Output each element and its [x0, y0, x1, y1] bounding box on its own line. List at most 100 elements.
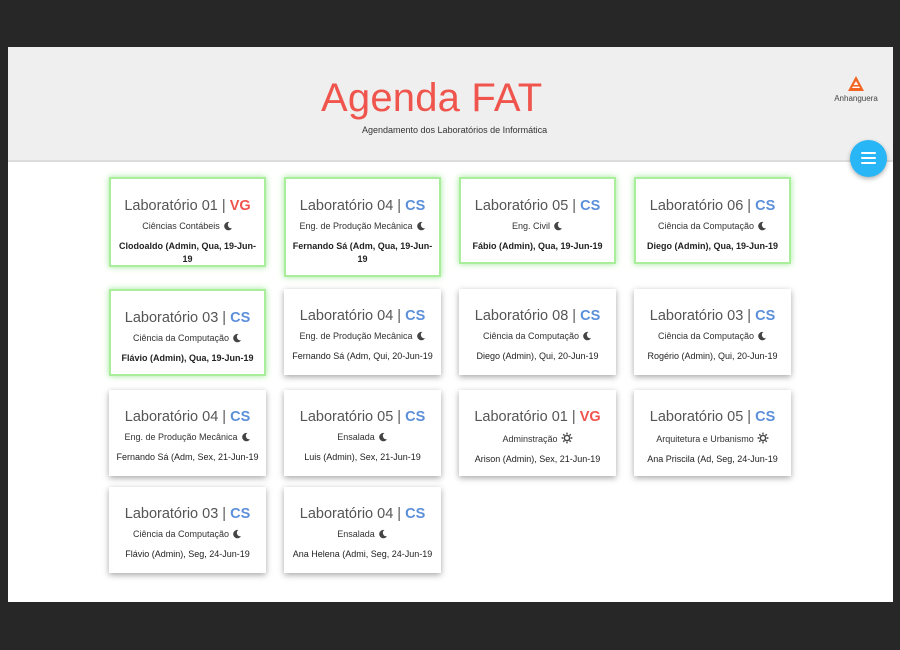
lab-separator: |: [743, 409, 756, 425]
course-name: Eng. de Produção Mecânica: [124, 432, 238, 442]
lab-card[interactable]: Laboratório 05 | CS Eng. Civil Fábio (Ad…: [459, 177, 616, 264]
lab-name: Laboratório 03: [124, 310, 219, 326]
lab-card[interactable]: Laboratório 05 | CS Arquitetura e Urbani…: [634, 390, 791, 476]
course-name: Ensalada: [337, 529, 375, 539]
lab-code: CS: [230, 506, 251, 522]
lab-card[interactable]: Laboratório 04 | CS Eng. de Produção Mec…: [284, 289, 441, 375]
lab-separator: |: [393, 308, 406, 324]
lab-booking: Luis (Admin), Sex, 21-Jun-19: [304, 452, 421, 462]
lab-separator: |: [217, 198, 230, 214]
lab-code: CS: [755, 409, 776, 425]
lab-separator: |: [743, 308, 756, 324]
lab-card[interactable]: Laboratório 04 | CS Eng. de Produção Mec…: [284, 177, 441, 277]
lab-card[interactable]: Laboratório 01 | VG Adminstração Arison …: [459, 390, 616, 476]
course-name: Ensalada: [337, 432, 375, 442]
lab-booking: Fernando Sá (Adm, Qui, 20-Jun-19: [292, 351, 433, 361]
lab-booking: Diego (Admin), Qui, 20-Jun-19: [476, 351, 599, 361]
moon-icon: [579, 331, 592, 341]
anhanguera-logo[interactable]: Anhanguera: [833, 75, 879, 103]
lab-name: Laboratório 01: [124, 198, 218, 214]
course-name: Ciência da Computação: [132, 529, 230, 539]
lab-title: Laboratório 03 | CS: [111, 310, 264, 326]
lab-course: Ciências Contábeis: [111, 221, 264, 231]
lab-title: Laboratório 01 | VG: [459, 409, 616, 425]
lab-name: Laboratório 04: [299, 308, 394, 324]
lab-course: Ciência da Computação: [634, 331, 791, 341]
course-name: Ciência da Computação: [657, 221, 755, 231]
course-name: Eng. de Produção Mecânica: [299, 331, 413, 341]
sun-icon: [558, 432, 573, 444]
lab-card[interactable]: Laboratório 03 | CS Ciência da Computaçã…: [109, 487, 266, 573]
lab-title: Laboratório 05 | CS: [634, 409, 791, 425]
lab-card[interactable]: Laboratório 06 | CS Ciência da Computaçã…: [634, 177, 791, 264]
lab-separator: |: [743, 198, 756, 214]
lab-title: Laboratório 03 | CS: [634, 308, 791, 324]
lab-name: Laboratório 03: [124, 506, 219, 522]
lab-course: Ciência da Computação: [109, 529, 266, 539]
moon-icon: [229, 333, 242, 343]
lab-name: Laboratório 05: [299, 409, 394, 425]
course-name: Adminstração: [502, 434, 558, 444]
lab-course: Eng. de Produção Mecânica: [286, 221, 439, 231]
course-name: Eng. Civil: [511, 221, 550, 231]
lab-title: Laboratório 04 | CS: [286, 198, 439, 214]
lab-code: CS: [580, 198, 601, 214]
lab-code: CS: [230, 409, 251, 425]
lab-course: Arquitetura e Urbanismo: [634, 432, 791, 444]
anhanguera-logo-icon: [848, 76, 864, 91]
lab-booking: Ana Priscila (Ad, Seg, 24-Jun-19: [647, 454, 778, 464]
menu-icon-bar: [861, 152, 876, 154]
lab-separator: |: [393, 506, 406, 522]
moon-icon: [375, 432, 388, 442]
lab-separator: |: [218, 506, 231, 522]
lab-separator: |: [568, 198, 581, 214]
lab-course: Ensalada: [284, 432, 441, 442]
lab-code: CS: [755, 308, 776, 324]
lab-name: Laboratório 04: [299, 198, 394, 214]
course-name: Eng. de Produção Mecânica: [299, 221, 413, 231]
lab-course: Adminstração: [459, 432, 616, 444]
lab-code: CS: [580, 308, 601, 324]
lab-title: Laboratório 04 | CS: [109, 409, 266, 425]
lab-card[interactable]: Laboratório 08 | CS Ciência da Computaçã…: [459, 289, 616, 375]
header-divider: [8, 160, 893, 162]
lab-course: Ciência da Computação: [459, 331, 616, 341]
lab-name: Laboratório 01: [474, 409, 568, 425]
lab-card[interactable]: Laboratório 04 | CS Eng. de Produção Mec…: [109, 390, 266, 476]
moon-icon: [550, 221, 563, 231]
lab-name: Laboratório 05: [649, 409, 744, 425]
page-header: Agenda FAT Agendamento dos Laboratórios …: [8, 47, 893, 160]
lab-separator: |: [567, 409, 580, 425]
lab-booking: Fábio (Admin), Qua, 19-Jun-19: [472, 241, 603, 251]
course-name: Arquitetura e Urbanismo: [656, 434, 754, 444]
moon-icon: [413, 331, 426, 341]
menu-icon-bar: [861, 162, 876, 164]
lab-card[interactable]: Laboratório 05 | CS Ensalada Luis (Admin…: [284, 390, 441, 476]
moon-icon: [238, 432, 251, 442]
lab-title: Laboratório 05 | CS: [284, 409, 441, 425]
lab-booking: Flávio (Admin), Seg, 24-Jun-19: [125, 549, 250, 559]
lab-title: Laboratório 01 | VG: [111, 198, 264, 214]
lab-code: CS: [230, 310, 251, 326]
lab-name: Laboratório 04: [299, 506, 394, 522]
lab-separator: |: [393, 409, 406, 425]
lab-separator: |: [393, 198, 406, 214]
menu-icon-bar: [861, 157, 876, 159]
menu-button[interactable]: [850, 140, 887, 177]
lab-course: Ensalada: [284, 529, 441, 539]
lab-card[interactable]: Laboratório 01 | VG Ciências Contábeis C…: [109, 177, 266, 267]
course-name: Ciência da Computação: [482, 331, 580, 341]
lab-name: Laboratório 04: [124, 409, 219, 425]
lab-code: CS: [405, 506, 426, 522]
page-title: Agenda FAT: [321, 76, 543, 120]
lab-booking: Fernando Sá (Adm, Sex, 21-Jun-19: [116, 452, 259, 462]
course-name: Ciência da Computação: [132, 333, 230, 343]
moon-icon: [375, 529, 388, 539]
lab-booking: Ana Helena (Admi, Seg, 24-Jun-19: [292, 549, 433, 559]
lab-card[interactable]: Laboratório 03 | CS Ciência da Computaçã…: [109, 289, 266, 376]
lab-card[interactable]: Laboratório 04 | CS Ensalada Ana Helena …: [284, 487, 441, 573]
lab-booking: Clodoaldo (Admin, Qua, 19-Jun-19: [119, 241, 256, 264]
lab-title: Laboratório 03 | CS: [109, 506, 266, 522]
lab-course: Eng. de Produção Mecânica: [109, 432, 266, 442]
lab-card[interactable]: Laboratório 03 | CS Ciência da Computaçã…: [634, 289, 791, 375]
